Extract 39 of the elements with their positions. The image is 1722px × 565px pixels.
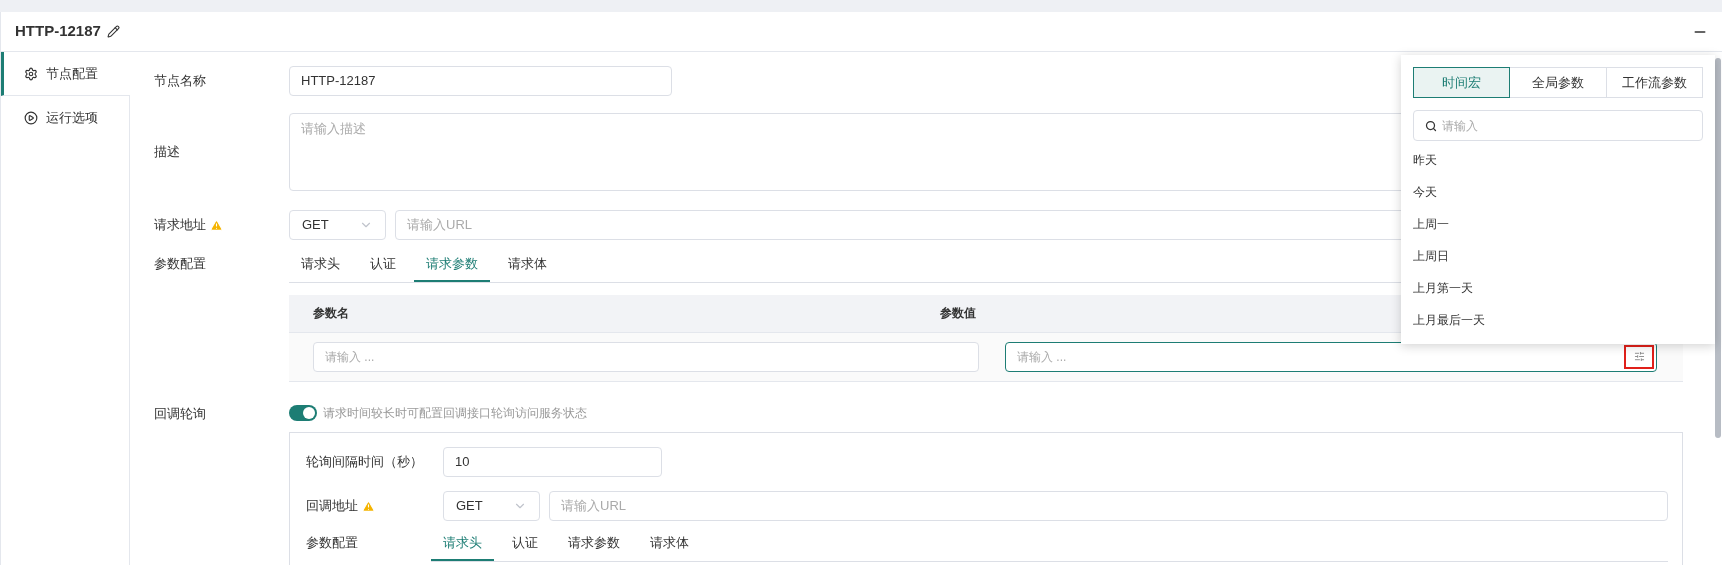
variable-picker-button[interactable] <box>1624 344 1654 369</box>
tab[interactable]: 请求参数 <box>556 533 632 561</box>
field-label: 请求地址 <box>154 216 206 235</box>
tab[interactable]: 请求体 <box>496 254 559 282</box>
interval-input[interactable]: 10 <box>443 447 662 477</box>
segment-tab[interactable]: 工作流参数 <box>1605 67 1703 98</box>
sidebar-item[interactable]: 节点配置 <box>1 52 130 96</box>
tab[interactable]: 请求体 <box>638 533 701 561</box>
sliders-icon <box>1633 351 1645 362</box>
name-input[interactable]: HTTP-12187 <box>289 66 672 96</box>
segment-tab[interactable]: 全局参数 <box>1509 67 1607 98</box>
method-select[interactable]: GET <box>443 491 540 521</box>
macro-option[interactable]: 上月最后一天 <box>1413 304 1703 336</box>
field-label: 轮询间隔时间（秒） <box>306 454 423 470</box>
field-label: 回调轮询 <box>154 404 206 423</box>
field-label: 描述 <box>154 143 180 162</box>
macro-option[interactable]: 上周日 <box>1413 240 1703 272</box>
tab[interactable]: 认证 <box>500 533 550 561</box>
node-title: HTTP-12187 <box>15 21 101 42</box>
tab[interactable]: 请求头 <box>431 533 494 561</box>
method-select[interactable]: GET <box>289 210 386 240</box>
macro-option[interactable]: 上月第一天 <box>1413 272 1703 304</box>
settings-icon <box>24 66 38 81</box>
edit-icon[interactable] <box>106 25 120 38</box>
field-label: 参数配置 <box>306 535 358 550</box>
search-icon <box>1425 119 1437 132</box>
tab[interactable]: 请求头 <box>289 254 352 282</box>
field-label: 参数配置 <box>154 256 206 271</box>
column-header: 参数值 <box>939 305 976 322</box>
play-circle-icon <box>24 111 38 125</box>
field-label: 回调地址 <box>306 497 358 516</box>
tab[interactable]: 认证 <box>358 254 408 282</box>
tab[interactable]: 请求参数 <box>414 254 490 282</box>
column-header: 参数名 <box>312 305 350 322</box>
toggle-hint: 请求时间较长时可配置回调接口轮询访问服务状态 <box>323 405 587 423</box>
sidebar-item[interactable]: 运行选项 <box>1 96 129 140</box>
field-label: 节点名称 <box>154 72 206 91</box>
segment-tab[interactable]: 时间宏 <box>1413 67 1511 98</box>
toggle-switch[interactable] <box>289 405 317 422</box>
